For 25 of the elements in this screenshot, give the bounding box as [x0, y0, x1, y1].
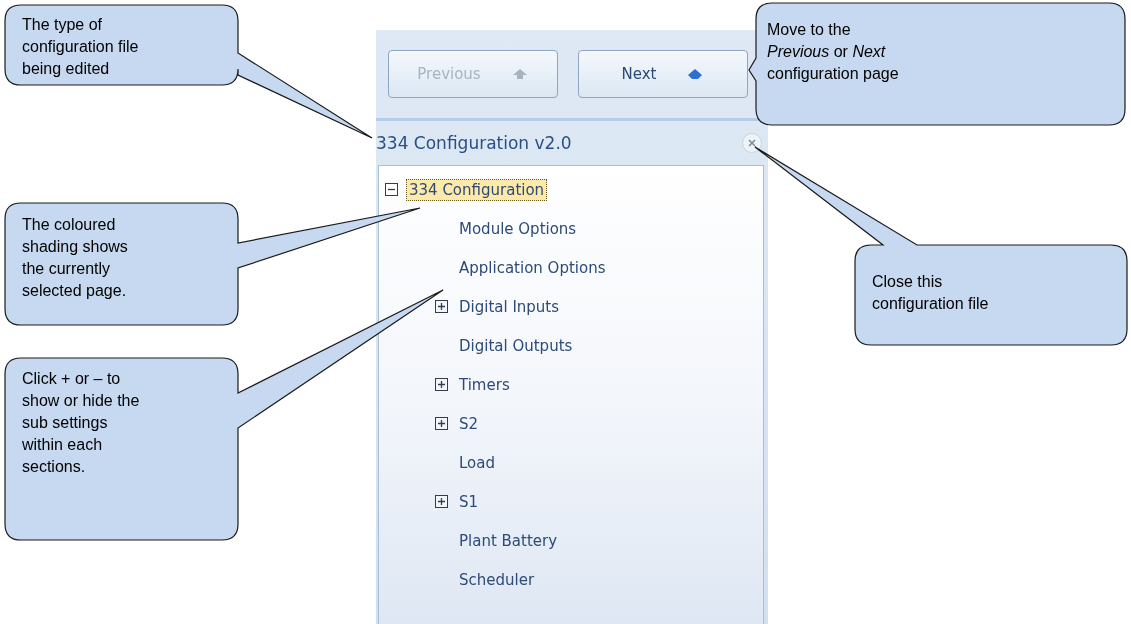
plus-icon[interactable] — [435, 378, 448, 391]
callout-text: Click + or – to show or hide the sub settings within each sections. — [22, 369, 141, 477]
tree-item[interactable]: Load — [456, 451, 498, 474]
tree-item[interactable]: Timers — [456, 373, 513, 396]
plus-icon[interactable] — [435, 495, 448, 508]
callout-text: The type of configuration file being edited — [22, 15, 140, 79]
callout-text: Move to the Previous or Next configuration page — [767, 20, 900, 84]
close-icon[interactable] — [742, 133, 762, 153]
next-button[interactable]: Next — [578, 50, 748, 98]
minus-icon[interactable] — [385, 183, 398, 196]
plus-icon[interactable] — [435, 300, 448, 313]
tree-item[interactable]: 334 Configuration — [406, 178, 548, 201]
tree-item[interactable]: Plant Battery — [456, 529, 561, 552]
callout-text: The coloured shading shows the currently selected page. — [22, 215, 129, 301]
tree-item[interactable]: S2 — [456, 412, 482, 435]
tree-item[interactable]: S1 — [456, 490, 482, 513]
tree-item[interactable]: Digital Outputs — [456, 334, 576, 357]
arrow-icon — [686, 66, 705, 82]
tree-item[interactable]: Digital Inputs — [456, 295, 563, 318]
tree-item[interactable]: Application Options — [456, 256, 609, 279]
callout-text: Close this configuration file — [872, 272, 990, 314]
panel-title: 334 Configuration v2.0 — [376, 133, 572, 153]
tree-item[interactable]: Scheduler — [456, 568, 538, 591]
tree-item[interactable]: Module Options — [456, 217, 580, 240]
plus-icon[interactable] — [435, 417, 448, 430]
